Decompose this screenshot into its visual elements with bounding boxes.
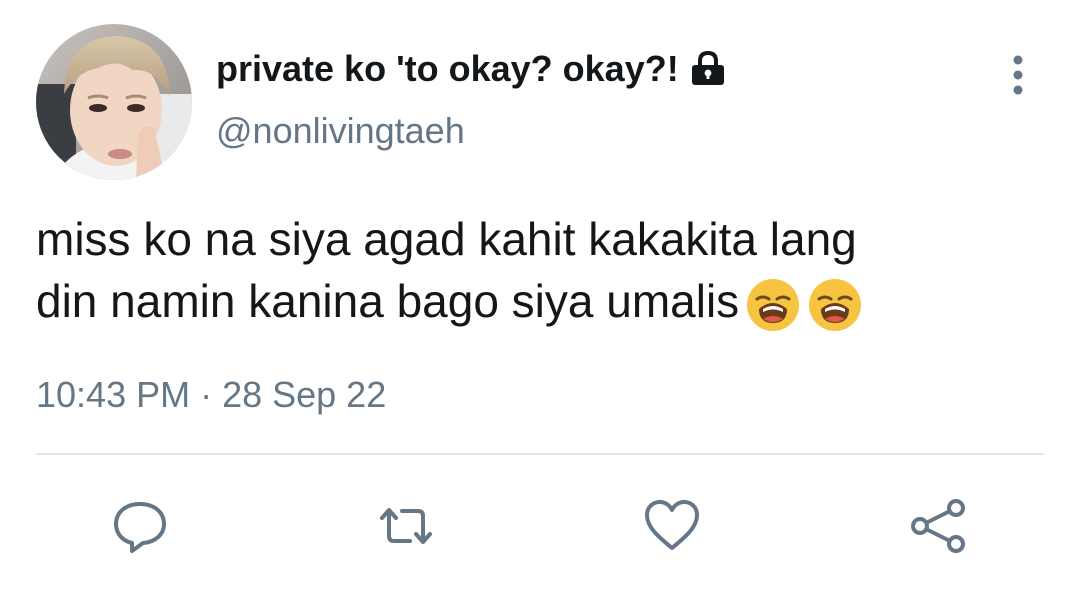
tweet-line-with-emoji: din namin kanina bago siya umalis [36,270,1046,333]
weary-face-emoji [745,277,801,333]
tweet-line: din namin kanina bago siya umalis [36,275,740,327]
avatar[interactable] [36,24,192,180]
divider [36,453,1044,455]
lock-icon [687,48,729,90]
tweet-text: miss ko na siya agad kahit kakakita lang… [36,208,1046,333]
display-name[interactable]: private ko 'to okay? okay?! [216,48,679,90]
tweet-timestamp[interactable]: 10:43 PM · 28 Sep 22 [36,374,386,416]
tweet-line: miss ko na siya agad kahit kakakita lang [36,213,857,265]
user-handle[interactable]: @nonlivingtaeh [216,110,465,152]
heart-icon [645,500,699,550]
retweet-button[interactable] [376,496,436,556]
share-icon [911,499,965,553]
more-options-button[interactable] [1000,52,1036,98]
reply-icon [114,502,166,553]
reply-button[interactable] [110,496,170,556]
user-header[interactable]: private ko 'to okay? okay?! [216,44,729,94]
more-vertical-icon [1013,55,1023,95]
weary-face-emoji [807,277,863,333]
retweet-icon [380,508,432,544]
avatar-photo [36,24,192,180]
like-button[interactable] [642,496,702,556]
share-button[interactable] [908,496,968,556]
